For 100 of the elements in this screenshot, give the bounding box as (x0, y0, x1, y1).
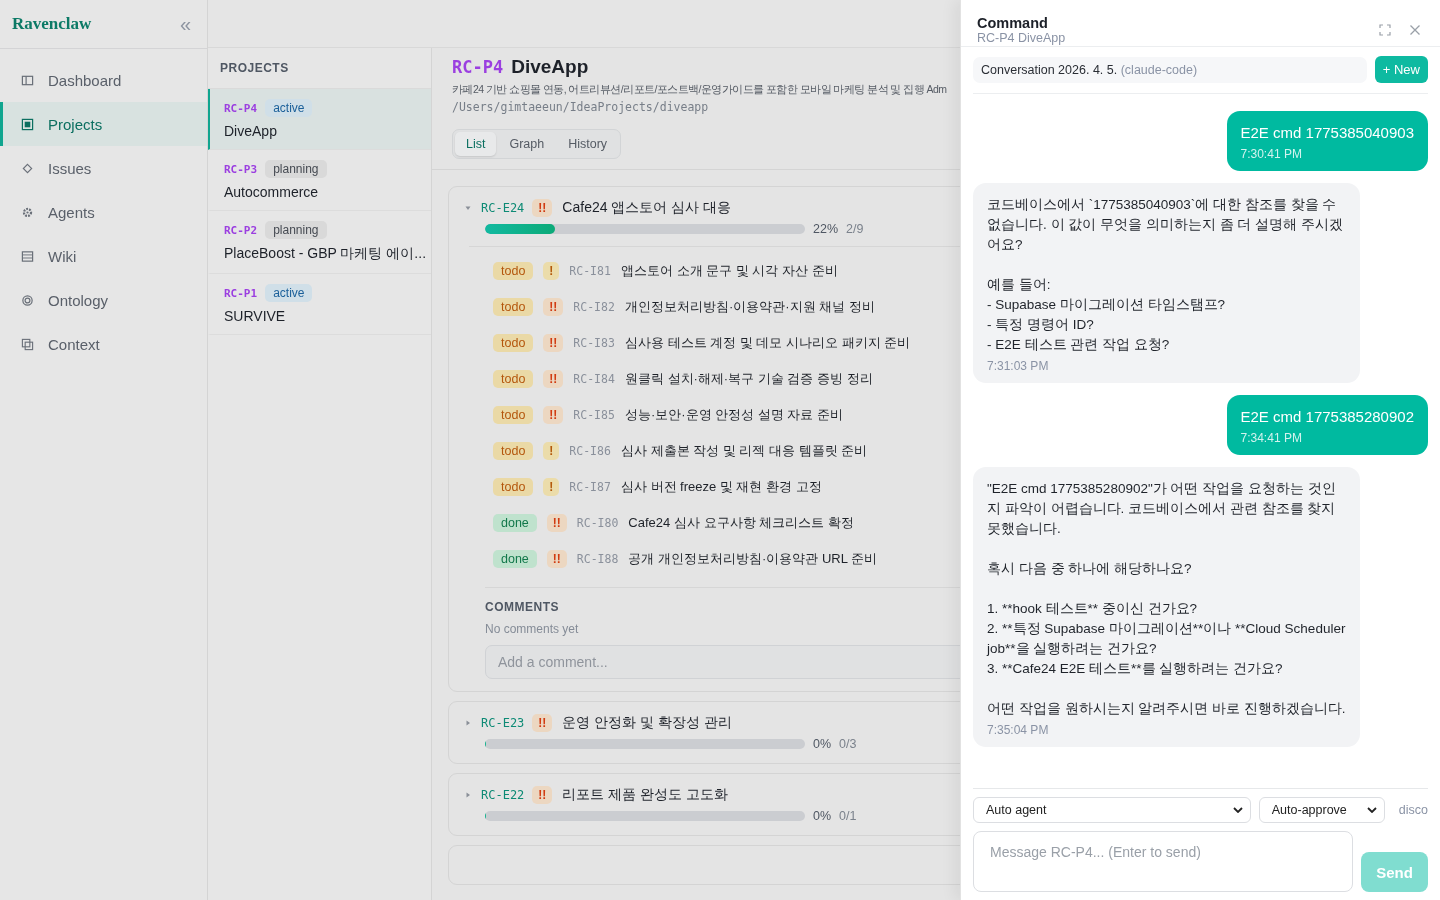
status-badge: todo (493, 334, 534, 352)
issue-title[interactable]: 심사 제출본 작성 및 리젝 대응 템플릿 준비 (620, 442, 868, 460)
progress-count: 2/9 (846, 222, 864, 236)
priority-badge: !! (532, 714, 553, 732)
priority-badge: !! (543, 406, 564, 424)
nav-item[interactable]: Agents (0, 190, 207, 234)
rings-icon (21, 293, 34, 307)
agent-select[interactable]: Auto agent (973, 797, 1251, 823)
square-icon (21, 117, 34, 131)
caret-icon[interactable] (465, 205, 471, 211)
status-badge: todo (493, 262, 534, 280)
priority-badge: ! (543, 262, 560, 280)
status-badge: done (493, 514, 537, 532)
project-item[interactable]: RC-P1 active SURVIVE (208, 274, 431, 335)
priority-badge: !! (546, 514, 567, 532)
progress-count: 0/3 (839, 737, 857, 751)
panel-title: Command (977, 14, 1049, 31)
brand-logo: Ravenclaw (12, 14, 92, 34)
nav-item[interactable]: Context (0, 322, 207, 366)
conversation-selector[interactable]: Conversation 2026. 4. 5. (claude-code) (973, 56, 1367, 83)
issue-title[interactable]: 심사용 테스트 계정 및 데모 시나리오 패키지 준비 (624, 334, 911, 352)
message-text: 코드베이스에서 `1775385040903`에 대한 참조를 찾을 수 없습니다. 이 값이 무엇을 의미하는지 좀 더 설명해 주시겠어요? 예를 들어: - Supabase 마이그레이션 타임스탬프? - 특정 명령어 ID? - E2E 테스트 관련 작업 요청? (987, 196, 1344, 354)
status-badge: done (493, 550, 537, 568)
project-key: RC-P4 (452, 57, 504, 77)
issue-title[interactable]: Cafe24 심사 요구사항 체크리스트 확정 (628, 514, 854, 532)
epic-title: Cafe24 앱스토어 심사 대응 (562, 199, 732, 217)
progress-percent: 0% (813, 737, 832, 751)
view-tab[interactable]: Graph (498, 132, 556, 156)
nav-item[interactable]: Projects (0, 102, 207, 146)
issue-key: RC-I82 (573, 300, 615, 314)
message-time: 7:34:41 PM (1240, 431, 1303, 445)
issue-title[interactable]: 성능·보안·운영 안정성 설명 자료 준비 (624, 406, 843, 424)
status-badge: todo (493, 442, 534, 460)
priority-badge: !! (532, 199, 553, 217)
comments-heading: COMMENTS (485, 600, 560, 614)
epic-key: RC-E23 (481, 716, 525, 730)
caret-icon[interactable] (465, 720, 471, 726)
nav-item[interactable]: Wiki (0, 234, 207, 278)
issue-key: RC-I88 (576, 552, 619, 566)
copy-icon (21, 337, 34, 351)
close-icon[interactable] (1408, 22, 1422, 37)
progress-percent: 0% (813, 809, 832, 823)
epic-key: RC-E22 (481, 788, 525, 802)
issue-title[interactable]: 원클릭 설치·해제·복구 기술 검증 증빙 정리 (624, 370, 873, 388)
progress-count: 0/1 (839, 809, 857, 823)
view-tab[interactable]: List (455, 132, 497, 156)
status-badge: todo (493, 370, 534, 388)
chevron-down-icon (1366, 807, 1377, 813)
project-item[interactable]: RC-P3 planning Autocommerce (208, 150, 431, 211)
empty-comments-text: No comments yet (485, 622, 580, 636)
message-text: "E2E cmd 1775385280902"가 어떤 작업을 요청하는 것인지 파악이 어렵습니다. 코드베이스에서 관련 참조를 찾지 못했습니다. 혹시 다음 중 하나에 해당하나요? 1. **hook 테스트** 중이신 건가요? 2. **특정 Supabase 마이그레이션**이나 **Cloud Scheduler job**을 실행하려는 건가요? 3. **Cafe24 E2E 테스트**를 실행하려는 건가요? 어떤 작업을 원하시는지 알려주시면 바로 진행하겠습니다. (987, 480, 1346, 718)
list-icon (21, 249, 34, 263)
issue-title[interactable]: 심사 버전 freeze 및 재현 환경 고정 (620, 478, 822, 496)
message-text: E2E cmd 1775385280902 (1240, 407, 1414, 427)
nav-item[interactable]: Ontology (0, 278, 207, 322)
project-path: /Users/gimtaeeun/IdeaProjects/diveapp (452, 100, 710, 114)
priority-badge: !! (543, 298, 564, 316)
issue-title[interactable]: 개인정보처리방침·이용약관·지원 채널 정비 (624, 298, 875, 316)
issue-key: RC-I85 (573, 408, 615, 422)
message-time: 7:31:03 PM (987, 359, 1050, 373)
issue-key: RC-I81 (569, 264, 611, 278)
issue-title[interactable]: 앱스토어 소개 문구 및 시각 자산 준비 (620, 262, 838, 280)
status-badge: todo (493, 298, 534, 316)
message-field[interactable]: Message RC-P4... (Enter to send) (973, 831, 1353, 892)
priority-badge: ! (543, 478, 560, 496)
progress-percent: 22% (813, 222, 839, 236)
epic-title: 운영 안정화 및 확장성 관리 (562, 714, 732, 732)
priority-badge: !! (546, 550, 567, 568)
panel-subtitle: RC-P4 DiveApp (977, 30, 1067, 45)
message-time: 7:35:04 PM (987, 723, 1050, 737)
issue-title[interactable]: 공개 개인정보처리방침·이용약관 URL 준비 (628, 550, 878, 568)
priority-badge: !! (532, 786, 553, 804)
project-item[interactable]: RC-P4 active DiveApp (208, 89, 431, 150)
comment-field[interactable]: Add a comment... (485, 645, 960, 679)
project-item[interactable]: RC-P2 planning PlaceBoost - GBP 마케팅 에이... (208, 211, 431, 274)
issue-key: RC-I80 (576, 516, 619, 530)
priority-badge: ! (543, 442, 560, 460)
issue-key: RC-I83 (573, 336, 615, 350)
message-text: E2E cmd 1775385040903 (1240, 123, 1414, 143)
columns-icon (21, 73, 34, 87)
status-badge: todo (493, 478, 534, 496)
message-time: 7:30:41 PM (1240, 147, 1303, 161)
diamond-icon (21, 161, 34, 175)
issue-key: RC-I84 (573, 372, 615, 386)
priority-badge: !! (543, 334, 564, 352)
caret-icon[interactable] (465, 792, 471, 798)
view-tab[interactable]: History (557, 132, 619, 156)
project-title: DiveApp (511, 56, 589, 78)
epic-key: RC-E24 (481, 201, 525, 215)
status-badge: todo (493, 406, 534, 424)
approve-select[interactable]: Auto-approve (1258, 797, 1385, 823)
issue-key: RC-I86 (569, 444, 611, 458)
expand-icon[interactable] (1378, 22, 1392, 37)
priority-badge: !! (543, 370, 564, 388)
epic-title: 리포트 제품 완성도 고도화 (562, 786, 729, 804)
nav-item[interactable]: Dashboard (0, 58, 207, 102)
issue-key: RC-I87 (569, 480, 611, 494)
project-description: 카페24 기반 쇼핑몰 연동, 어트리뷰션/리포트/포스트백/운영가이드를 포함한 모바일 마케팅 분석 및 집행 Adm (452, 83, 948, 97)
nav-item[interactable]: Issues (0, 146, 207, 190)
chevron-down-icon (1232, 807, 1243, 813)
